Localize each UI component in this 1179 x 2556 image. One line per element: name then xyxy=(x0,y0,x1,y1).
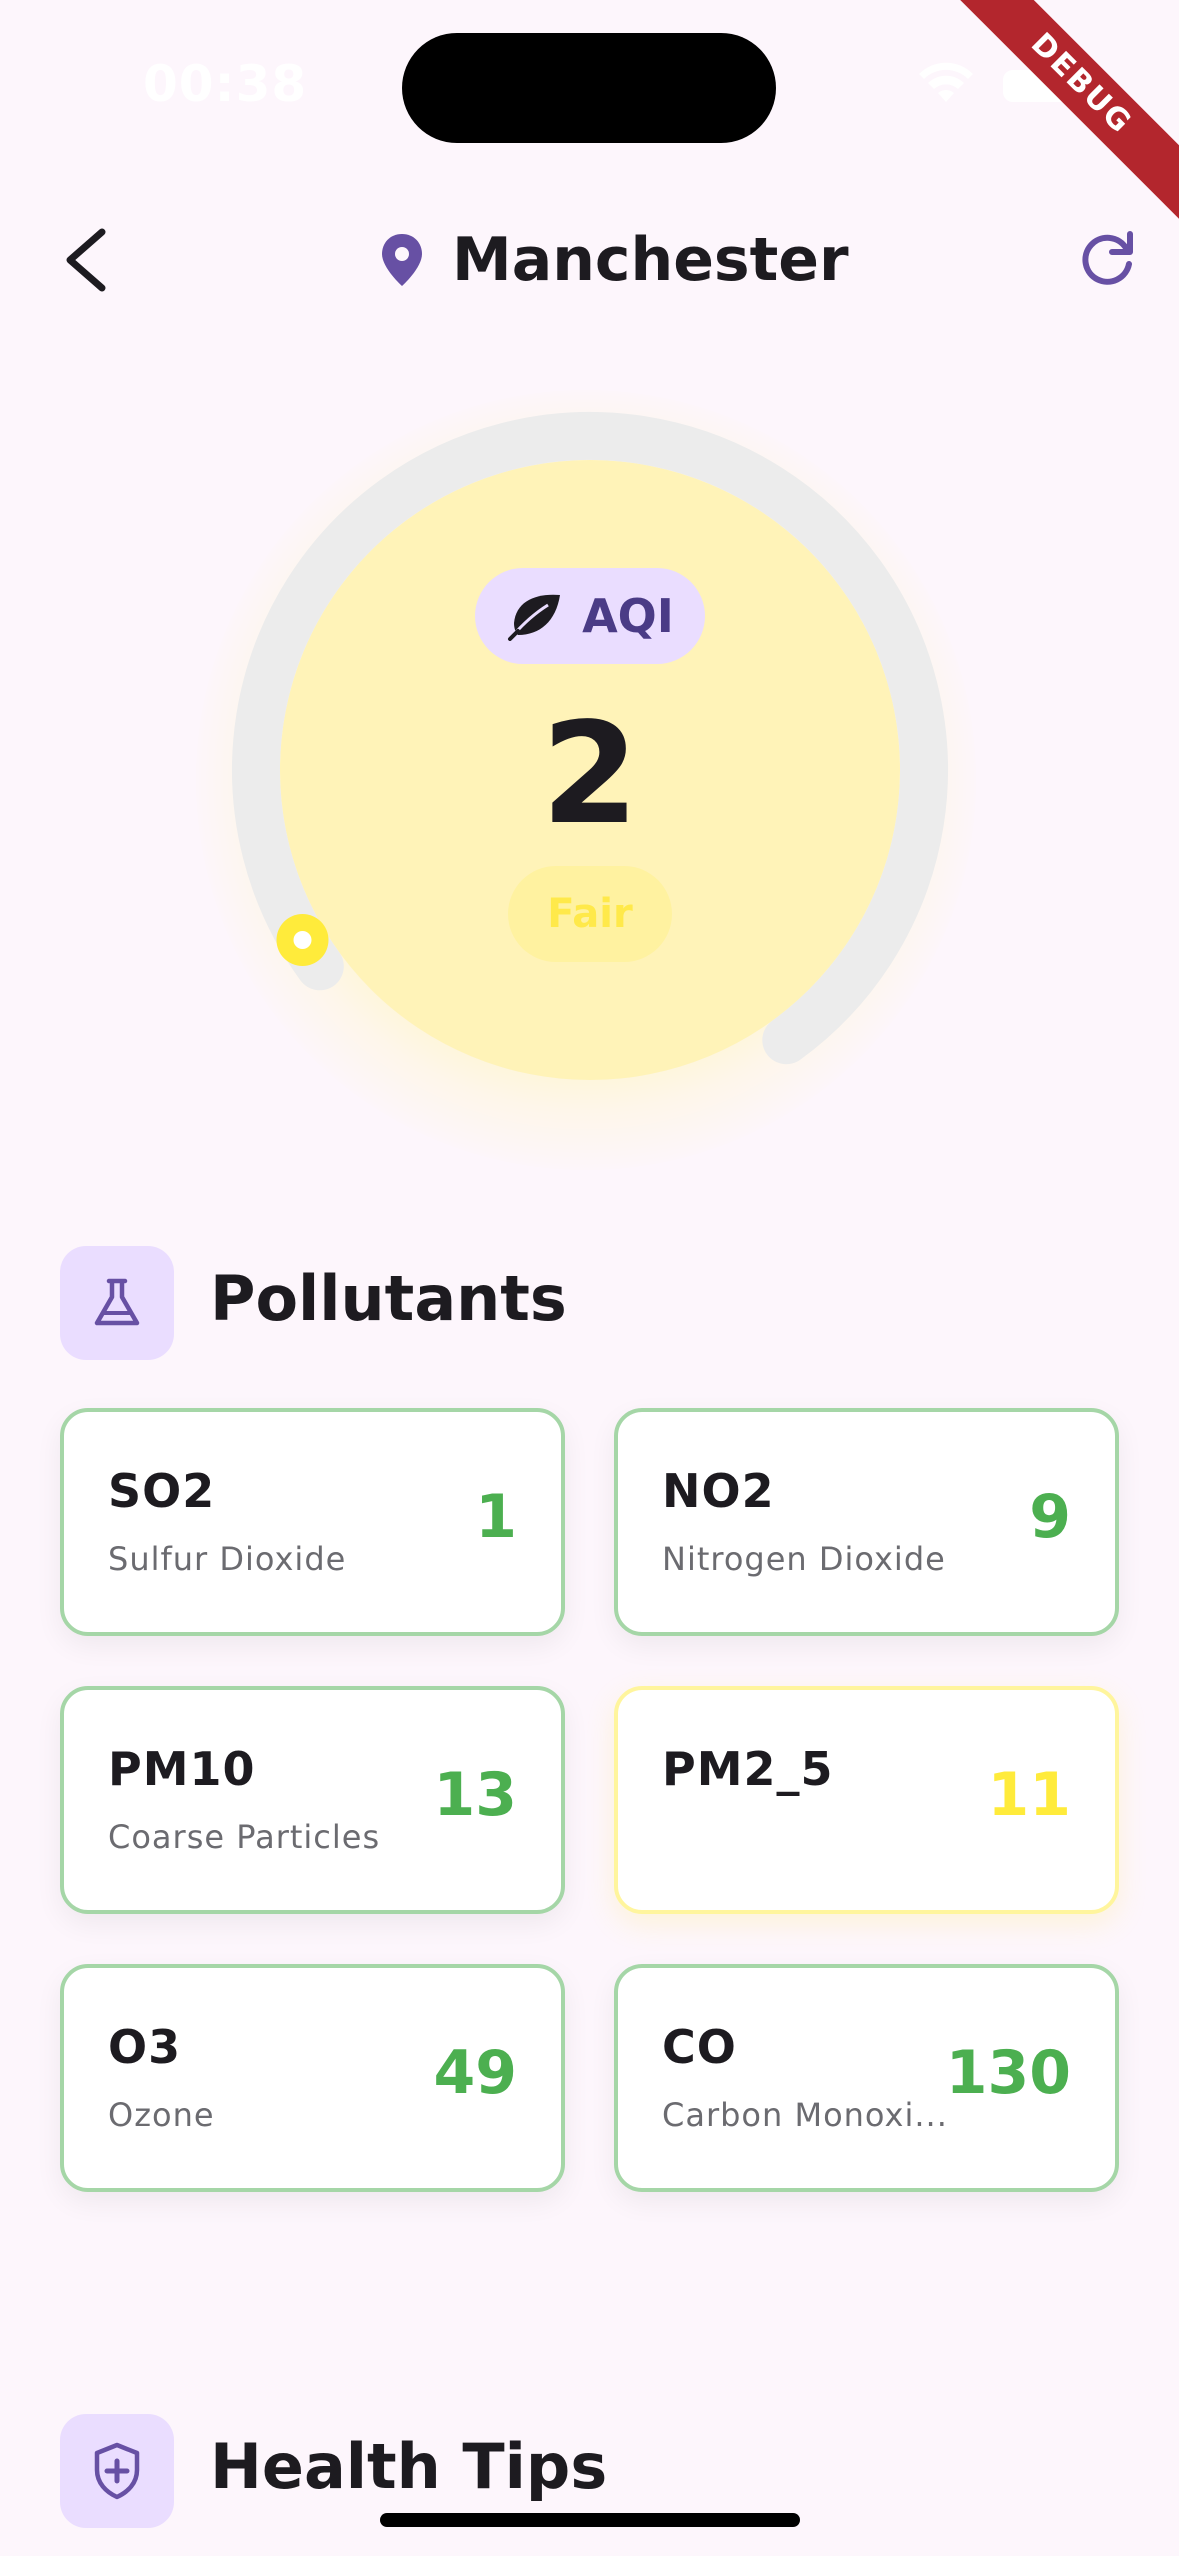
pollutant-value: 49 xyxy=(433,2038,518,2108)
back-button[interactable] xyxy=(50,220,120,300)
pollutant-value: 1 xyxy=(475,1482,517,1552)
shield-plus-icon xyxy=(94,2442,140,2500)
pollutant-name: Ozone xyxy=(108,2096,215,2134)
pollutant-name: Nitrogen Dioxide xyxy=(662,1540,946,1578)
page-title: Manchester xyxy=(452,225,849,295)
pollutants-title: Pollutants xyxy=(210,1262,567,1335)
aqi-value: 2 xyxy=(541,693,639,856)
pollutant-code: SO2 xyxy=(108,1464,216,1518)
pollutant-code: PM10 xyxy=(108,1742,256,1796)
flask-icon xyxy=(94,1278,140,1326)
pollutant-card-no2[interactable]: NO2 Nitrogen Dioxide 9 xyxy=(614,1408,1119,1636)
pollutant-name: Sulfur Dioxide xyxy=(108,1540,347,1578)
pollutant-code: CO xyxy=(662,2020,737,2074)
pollutant-name: Carbon Monoxi... xyxy=(662,2096,948,2134)
aqi-status-badge: Fair xyxy=(508,866,672,962)
gauge-indicator-dot xyxy=(293,931,312,949)
pollutant-value: 9 xyxy=(1029,1482,1071,1552)
header-title: Manchester xyxy=(380,220,849,300)
pollutant-code: NO2 xyxy=(662,1464,775,1518)
pollutant-card-co[interactable]: CO Carbon Monoxi... 130 xyxy=(614,1964,1119,2192)
pollutant-card-so2[interactable]: SO2 Sulfur Dioxide 1 xyxy=(60,1408,565,1636)
pollutant-card-pm2-5[interactable]: PM2_5 11 xyxy=(614,1686,1119,1914)
home-indicator xyxy=(380,2513,800,2527)
debug-banner: DEBUG xyxy=(928,0,1179,237)
pollutant-name: Coarse Particles xyxy=(108,1818,381,1856)
location-pin-icon xyxy=(382,234,422,286)
refresh-button[interactable] xyxy=(1076,228,1138,290)
aqi-chip: AQI xyxy=(475,568,705,664)
pollutant-value: 130 xyxy=(945,2038,1071,2108)
leaf-icon xyxy=(508,594,561,641)
status-time: 00:38 xyxy=(143,55,308,113)
pollutants-icon-box xyxy=(60,1246,174,1360)
pollutant-card-o3[interactable]: O3 Ozone 49 xyxy=(60,1964,565,2192)
pollutant-code: O3 xyxy=(108,2020,182,2074)
health-tips-title: Health Tips xyxy=(210,2430,608,2503)
pollutant-code: PM2_5 xyxy=(662,1742,834,1796)
wifi-icon xyxy=(919,62,973,102)
dynamic-island xyxy=(402,33,776,143)
pollutant-card-pm10[interactable]: PM10 Coarse Particles 13 xyxy=(60,1686,565,1914)
pollutant-value: 13 xyxy=(433,1760,518,1830)
health-tips-icon-box xyxy=(60,2414,174,2528)
aqi-chip-label: AQI xyxy=(582,589,674,643)
pollutant-value: 11 xyxy=(987,1760,1072,1830)
